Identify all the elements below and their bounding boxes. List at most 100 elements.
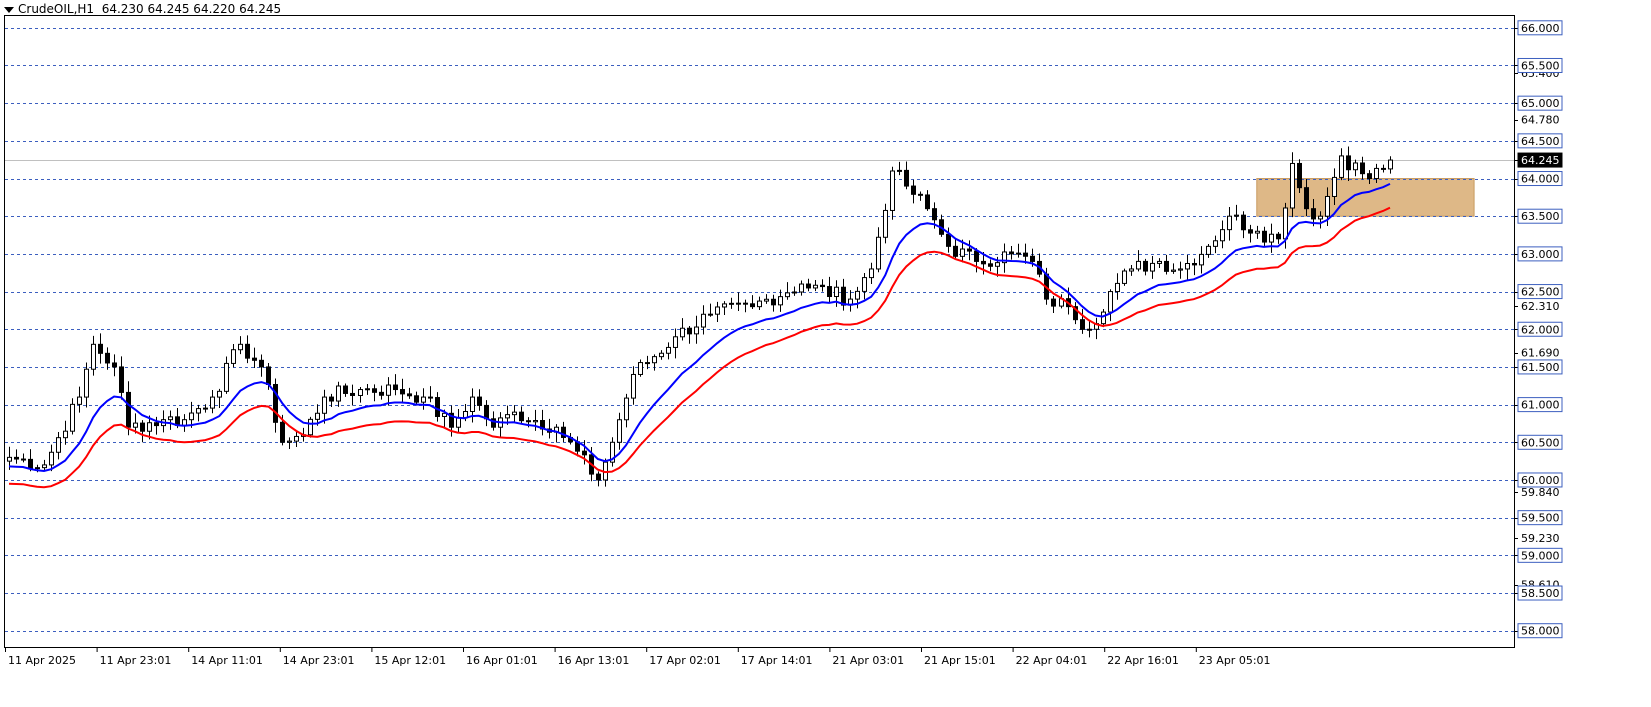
candle: [336, 385, 341, 402]
price-level-label: 60.500: [1521, 436, 1560, 449]
candle: [953, 245, 958, 257]
candle: [1080, 319, 1085, 330]
candle: [1374, 167, 1379, 180]
candle: [231, 349, 236, 364]
candle: [1353, 162, 1358, 171]
candle: [372, 388, 377, 393]
candle: [1185, 263, 1190, 270]
price-level-label: 59.000: [1521, 549, 1560, 562]
candle: [855, 290, 860, 300]
candle: [932, 208, 937, 221]
grid-layer: [5, 28, 1514, 632]
candle: [904, 169, 909, 187]
candle: [1164, 260, 1169, 272]
candle: [42, 464, 47, 469]
candle: [1178, 268, 1183, 271]
price-tick-label: 59.230: [1521, 532, 1560, 545]
candle: [1339, 155, 1344, 178]
ma-slow-line: [8, 206, 1391, 489]
candle: [1157, 260, 1162, 264]
candle: [84, 368, 89, 398]
dropdown-triangle-icon[interactable]: [4, 6, 14, 13]
candle: [1262, 230, 1267, 243]
price-level-label: 64.500: [1521, 135, 1560, 148]
candle: [862, 277, 867, 292]
candle: [1150, 262, 1155, 272]
candle: [1346, 155, 1351, 171]
candle: [925, 194, 930, 210]
candle: [715, 306, 720, 315]
candle: [470, 396, 475, 413]
time-label: 17 Apr 14:01: [741, 654, 813, 667]
plot-frame: [4, 15, 1515, 648]
candle: [245, 343, 250, 359]
zone-layer: [1256, 178, 1475, 217]
price-level-label: 65.500: [1521, 59, 1560, 72]
candle-layer: [7, 146, 1393, 487]
price-level-label: 58.500: [1521, 587, 1560, 600]
candle: [946, 233, 951, 247]
candle: [308, 418, 313, 436]
candle: [35, 467, 40, 470]
candle: [1318, 215, 1323, 220]
candle: [365, 388, 370, 391]
candle: [400, 389, 405, 395]
price-level-label: 62.500: [1521, 286, 1560, 299]
candle: [778, 296, 783, 306]
price-tick-label: 62.310: [1521, 300, 1560, 313]
ohlc-values: 64.230 64.245 64.220 64.245: [101, 2, 282, 16]
candle: [1297, 162, 1302, 189]
time-label: 16 Apr 13:01: [558, 654, 630, 667]
time-label: 14 Apr 23:01: [283, 654, 355, 667]
candle: [792, 291, 797, 294]
candle: [203, 407, 208, 410]
candle: [105, 352, 110, 364]
price-tick-label: 61.690: [1521, 347, 1560, 360]
candle: [56, 437, 61, 453]
candle: [210, 396, 215, 409]
time-label: 23 Apr 05:01: [1199, 654, 1271, 667]
price-tick-label: 59.840: [1521, 486, 1560, 499]
candle: [785, 292, 790, 298]
candle: [624, 397, 629, 421]
candle: [1108, 291, 1113, 313]
candle: [673, 336, 678, 348]
candle: [981, 260, 986, 265]
candle: [533, 420, 538, 423]
price-level-label: 65.000: [1521, 97, 1560, 110]
candle: [526, 420, 531, 423]
candle: [729, 302, 734, 305]
candle: [1311, 208, 1316, 220]
candle: [1009, 251, 1014, 255]
candle: [238, 343, 243, 351]
candle: [1290, 162, 1295, 209]
candle: [1276, 233, 1281, 240]
candle: [1016, 252, 1021, 255]
candle: [63, 430, 68, 439]
candle: [1241, 214, 1246, 231]
candle: [1143, 260, 1148, 272]
candle: [631, 373, 636, 399]
candle: [147, 422, 152, 432]
candle: [224, 362, 229, 392]
candle: [1192, 263, 1197, 266]
time-label: 22 Apr 04:01: [1016, 654, 1088, 667]
candle: [98, 343, 103, 354]
candle: [834, 286, 839, 298]
candle: [386, 384, 391, 396]
candle: [133, 422, 138, 428]
candle: [652, 356, 657, 364]
candle: [1304, 187, 1309, 210]
candle: [428, 396, 433, 399]
price-level-label: 62.000: [1521, 323, 1560, 336]
price-tick-label: 64.780: [1521, 114, 1560, 127]
candle: [722, 303, 727, 308]
candle: [1360, 162, 1365, 175]
candle: [967, 248, 972, 252]
candle: [827, 286, 832, 298]
candle: [168, 416, 173, 421]
price-chart[interactable]: 65.40064.78062.31061.69059.84059.23058.6…: [0, 0, 1651, 707]
candle: [358, 389, 363, 396]
candle: [1248, 229, 1253, 234]
candle: [28, 458, 33, 469]
